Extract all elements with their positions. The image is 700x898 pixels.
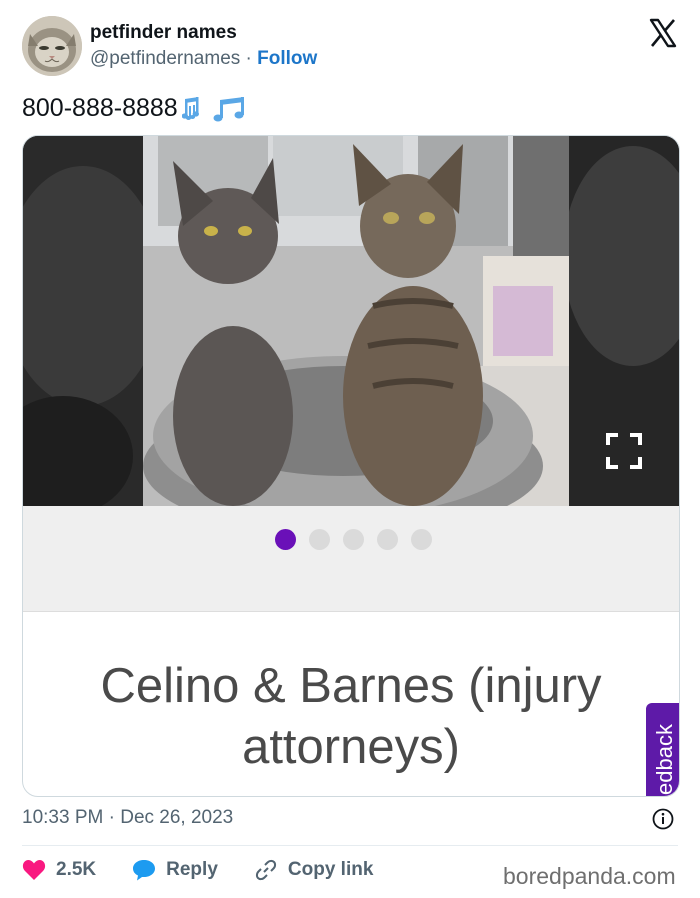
tweet-text-body: 800-888-8888 — [22, 94, 178, 122]
watermark: boredpanda.com — [503, 863, 676, 889]
carousel-dot-4[interactable] — [377, 529, 398, 550]
link-icon — [255, 859, 276, 881]
feedback-tab[interactable]: edback — [646, 703, 679, 796]
like-button[interactable]: 2.5K — [22, 859, 96, 881]
avatar[interactable] — [22, 16, 82, 76]
like-count: 2.5K — [56, 859, 97, 880]
divider — [22, 845, 678, 846]
caption-line-1: Celino & Barnes (injury — [100, 659, 602, 713]
heart-icon — [22, 860, 46, 880]
media-card[interactable]: Celino & Barnes (injury attorneys) edbac… — [22, 135, 680, 797]
copy-link-label: Copy link — [287, 859, 374, 880]
expand-icon[interactable] — [605, 432, 643, 470]
carousel-dots — [275, 529, 432, 550]
info-icon[interactable] — [652, 808, 674, 830]
action-bar: 2.5K Reply Copy link — [22, 858, 409, 882]
reply-label: Reply — [166, 859, 218, 880]
tweet-time: 10:33 PM — [22, 807, 104, 828]
caption-line-2: attorneys) — [242, 720, 460, 774]
carousel-band — [23, 506, 679, 612]
tweet-text: 800-888-8888 — [22, 94, 250, 123]
reply-button[interactable]: Reply — [132, 859, 218, 881]
cats-photo[interactable] — [23, 136, 679, 506]
reply-bubble-icon — [133, 860, 156, 881]
carousel-dot-5[interactable] — [411, 529, 432, 550]
tweet-card: petfinder names @petfindernames · Follow… — [0, 0, 700, 898]
author-handle[interactable]: @petfindernames — [90, 48, 240, 69]
x-logo-icon[interactable] — [648, 18, 678, 48]
carousel-dot-3[interactable] — [343, 529, 364, 550]
feedback-label: edback — [652, 724, 677, 795]
carousel-dot-2[interactable] — [309, 529, 330, 550]
timestamp[interactable]: 10:33 PM · Dec 26, 2023 — [22, 807, 233, 829]
follow-button[interactable]: Follow — [257, 48, 317, 69]
copy-link-button[interactable]: Copy link — [254, 858, 374, 882]
tweet-date: Dec 26, 2023 — [120, 807, 234, 828]
author-handle-row: @petfindernames · Follow — [90, 48, 317, 70]
time-separator: · — [103, 807, 121, 828]
pet-name-caption: Celino & Barnes (injury attorneys) — [23, 656, 679, 778]
handle-separator: · — [240, 48, 258, 69]
musical-notes-icon — [181, 95, 250, 123]
carousel-dot-1[interactable] — [275, 529, 296, 550]
author-name[interactable]: petfinder names — [90, 22, 237, 44]
